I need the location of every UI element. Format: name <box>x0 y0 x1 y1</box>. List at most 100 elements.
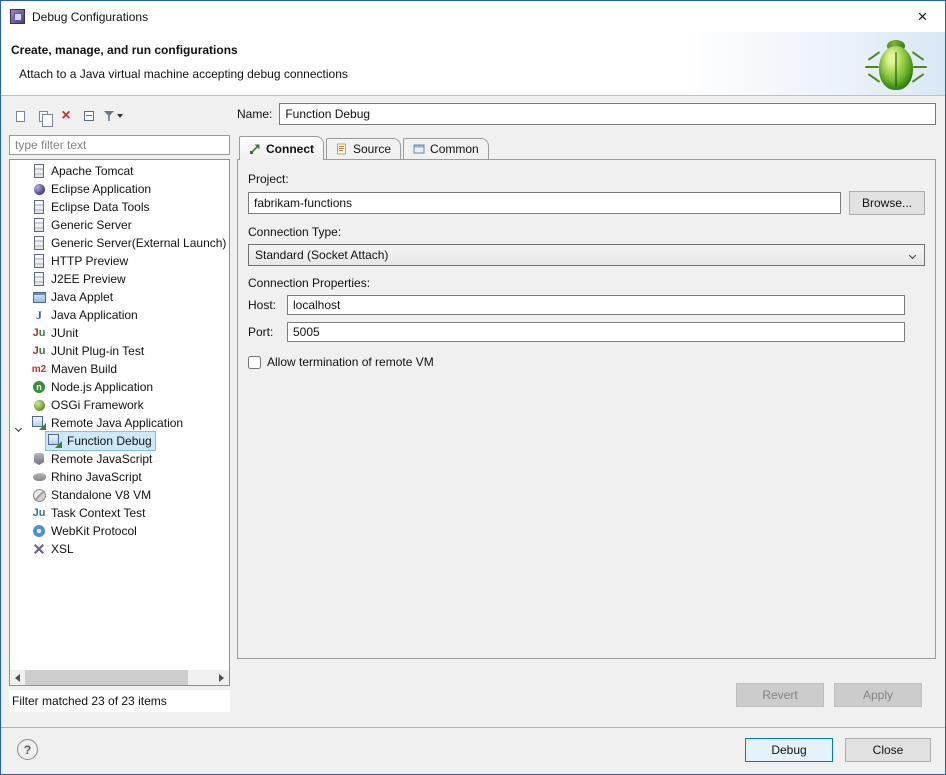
common-icon <box>413 143 425 155</box>
tree-item-eclipse-data-tools[interactable]: Eclipse Data Tools <box>10 198 229 216</box>
scroll-left-icon <box>15 674 20 682</box>
junit-icon <box>31 325 47 341</box>
scroll-right-button[interactable] <box>214 670 229 685</box>
title-bar: Debug Configurations <box>1 1 945 32</box>
scroll-right-icon <box>219 674 224 682</box>
eclipse-icon <box>31 181 47 197</box>
scrollbar-thumb[interactable] <box>25 670 188 685</box>
rhino-icon <box>31 469 47 485</box>
project-label: Project: <box>248 172 925 186</box>
horizontal-scrollbar[interactable] <box>10 670 229 685</box>
revert-button[interactable]: Revert <box>736 683 824 707</box>
filter-icon[interactable] <box>104 107 123 125</box>
allow-termination-label: Allow termination of remote VM <box>267 355 434 369</box>
filter-input[interactable] <box>9 135 230 155</box>
header-banner: Create, manage, and run configurations A… <box>1 32 945 96</box>
connect-tab-panel: Project: Browse... Connection Type: Stan… <box>237 159 936 659</box>
browse-button[interactable]: Browse... <box>849 191 925 215</box>
tree-item-http-preview[interactable]: HTTP Preview <box>10 252 229 270</box>
junit-plugin-icon <box>31 343 47 359</box>
connection-properties-label: Connection Properties: <box>248 276 925 290</box>
host-input[interactable] <box>287 295 905 315</box>
name-label: Name: <box>237 107 272 121</box>
window-title: Debug Configurations <box>32 10 148 24</box>
server-icon <box>31 217 47 233</box>
tab-connect[interactable]: Connect <box>239 136 324 160</box>
tab-common[interactable]: Common <box>403 138 489 159</box>
server-icon <box>31 271 47 287</box>
debug-button[interactable]: Debug <box>745 738 833 762</box>
tree-item-webkit-protocol[interactable]: WebKit Protocol <box>10 522 229 540</box>
delete-icon[interactable] <box>58 107 74 125</box>
duplicate-icon[interactable] <box>35 107 51 125</box>
tree-item-rhino-javascript[interactable]: Rhino JavaScript <box>10 468 229 486</box>
tab-source[interactable]: Source <box>326 138 401 159</box>
sidebar-toolbar <box>9 103 230 129</box>
nodejs-icon <box>31 379 47 395</box>
connection-type-select[interactable]: Standard (Socket Attach) <box>248 244 925 266</box>
apply-button[interactable]: Apply <box>834 683 922 707</box>
help-button[interactable] <box>17 739 38 760</box>
tree-item-junit-plugin-test[interactable]: JUnit Plug-in Test <box>10 342 229 360</box>
chevron-down-icon <box>909 251 916 258</box>
tree-item-java-application[interactable]: Java Application <box>10 306 229 324</box>
tree-item-xsl[interactable]: XSL <box>10 540 229 558</box>
tab-bar: Connect Source Common <box>237 135 936 159</box>
collapse-chevron-icon[interactable] <box>15 425 22 432</box>
maven-icon <box>31 361 47 377</box>
host-label: Host: <box>248 298 287 312</box>
footer: Debug Close <box>1 728 945 774</box>
port-label: Port: <box>248 325 287 339</box>
remote-java-icon <box>31 415 47 431</box>
sidebar: Apache Tomcat Eclipse Application Eclips… <box>9 103 230 712</box>
server-icon <box>31 199 47 215</box>
java-application-icon <box>31 307 47 323</box>
xsl-icon <box>31 541 47 557</box>
tree-item-junit[interactable]: JUnit <box>10 324 229 342</box>
v8-icon <box>31 487 47 503</box>
project-input[interactable] <box>248 192 841 214</box>
filter-status: Filter matched 23 of 23 items <box>9 690 230 712</box>
configurations-tree: Apache Tomcat Eclipse Application Eclips… <box>9 159 230 686</box>
close-button[interactable]: Close <box>845 738 931 762</box>
tree-item-function-debug[interactable]: Function Debug <box>10 432 229 450</box>
remote-javascript-icon <box>31 451 47 467</box>
tree-item-osgi-framework[interactable]: OSGi Framework <box>10 396 229 414</box>
osgi-icon <box>31 397 47 413</box>
remote-java-icon <box>47 433 63 449</box>
allow-termination-checkbox[interactable] <box>248 356 261 369</box>
tree-item-generic-server[interactable]: Generic Server <box>10 216 229 234</box>
dialog-icon <box>10 9 25 24</box>
collapse-all-icon[interactable] <box>81 107 97 125</box>
window-close-button[interactable] <box>900 1 945 32</box>
connect-icon <box>249 143 261 155</box>
server-icon <box>31 163 47 179</box>
tree-item-eclipse-application[interactable]: Eclipse Application <box>10 180 229 198</box>
new-configuration-icon[interactable] <box>12 107 28 125</box>
tree-item-nodejs-application[interactable]: Node.js Application <box>10 378 229 396</box>
tree-item-j2ee-preview[interactable]: J2EE Preview <box>10 270 229 288</box>
server-icon <box>31 235 47 251</box>
tree-item-java-applet[interactable]: Java Applet <box>10 288 229 306</box>
tree-item-standalone-v8-vm[interactable]: Standalone V8 VM <box>10 486 229 504</box>
tree-item-apache-tomcat[interactable]: Apache Tomcat <box>10 162 229 180</box>
bug-image <box>868 37 924 93</box>
connection-type-label: Connection Type: <box>248 225 925 239</box>
tree-item-remote-java-application[interactable]: Remote Java Application <box>10 414 229 432</box>
tree-item-task-context-test[interactable]: Task Context Test <box>10 504 229 522</box>
port-input[interactable] <box>287 322 905 342</box>
task-context-icon <box>31 505 47 521</box>
tree-item-maven-build[interactable]: Maven Build <box>10 360 229 378</box>
debug-configurations-dialog: Debug Configurations Create, manage, and… <box>0 0 946 775</box>
source-icon <box>336 143 348 155</box>
applet-icon <box>31 289 47 305</box>
scroll-left-button[interactable] <box>10 670 25 685</box>
header-title: Create, manage, and run configurations <box>11 43 238 57</box>
webkit-icon <box>31 523 47 539</box>
tree-item-generic-server-external[interactable]: Generic Server(External Launch) <box>10 234 229 252</box>
server-icon <box>31 253 47 269</box>
connection-type-value: Standard (Socket Attach) <box>255 248 388 262</box>
tree-item-remote-javascript[interactable]: Remote JavaScript <box>10 450 229 468</box>
header-subtitle: Attach to a Java virtual machine accepti… <box>19 67 348 81</box>
name-input[interactable] <box>279 103 936 125</box>
